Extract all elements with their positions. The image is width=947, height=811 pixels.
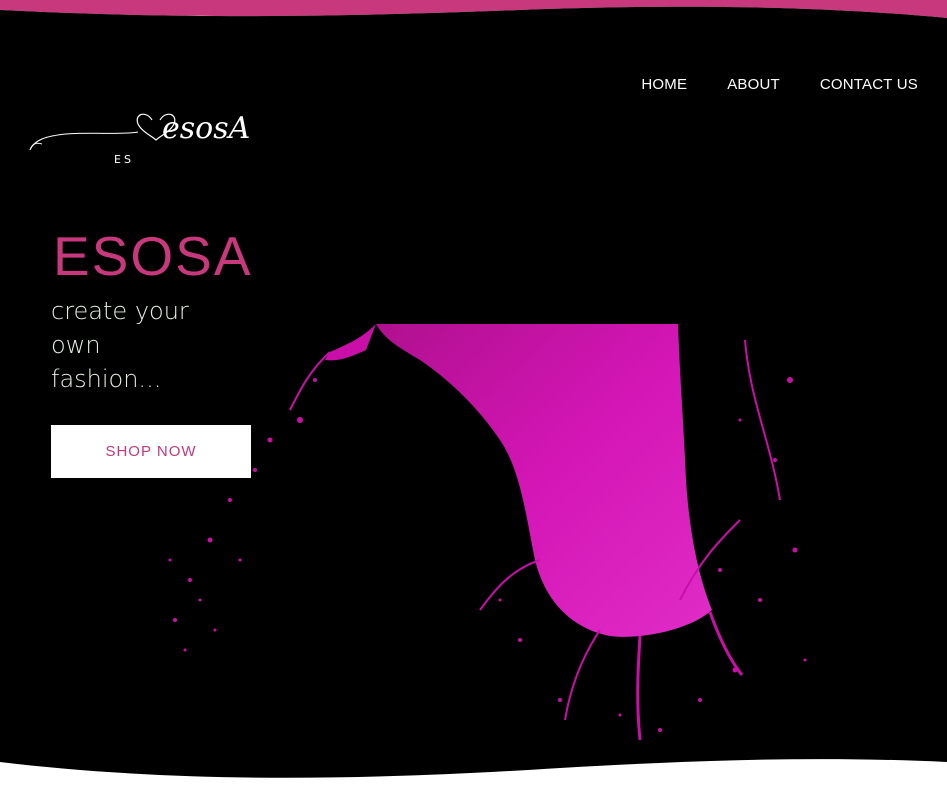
tagline-line: own [51, 331, 101, 359]
hero-tagline: create your own fashion... [51, 294, 231, 396]
tagline-line: create your [51, 297, 189, 325]
shop-now-button[interactable]: SHOP NOW [51, 425, 251, 478]
brand-logo[interactable]: esosA [26, 100, 276, 170]
nav-about[interactable]: ABOUT [727, 76, 780, 93]
page: esosA ES HOME ABOUT CONTACT US ESOSA cre… [0, 0, 947, 811]
hero-title: ESOSA [53, 225, 253, 287]
nav-home[interactable]: HOME [641, 76, 687, 93]
nav-contact-us[interactable]: CONTACT US [820, 76, 918, 93]
main-nav: HOME ABOUT CONTACT US [641, 76, 918, 93]
tagline-line: fashion... [51, 365, 162, 393]
logo-small-text: ES [114, 153, 134, 166]
logo-script-text: esosA [162, 111, 250, 146]
